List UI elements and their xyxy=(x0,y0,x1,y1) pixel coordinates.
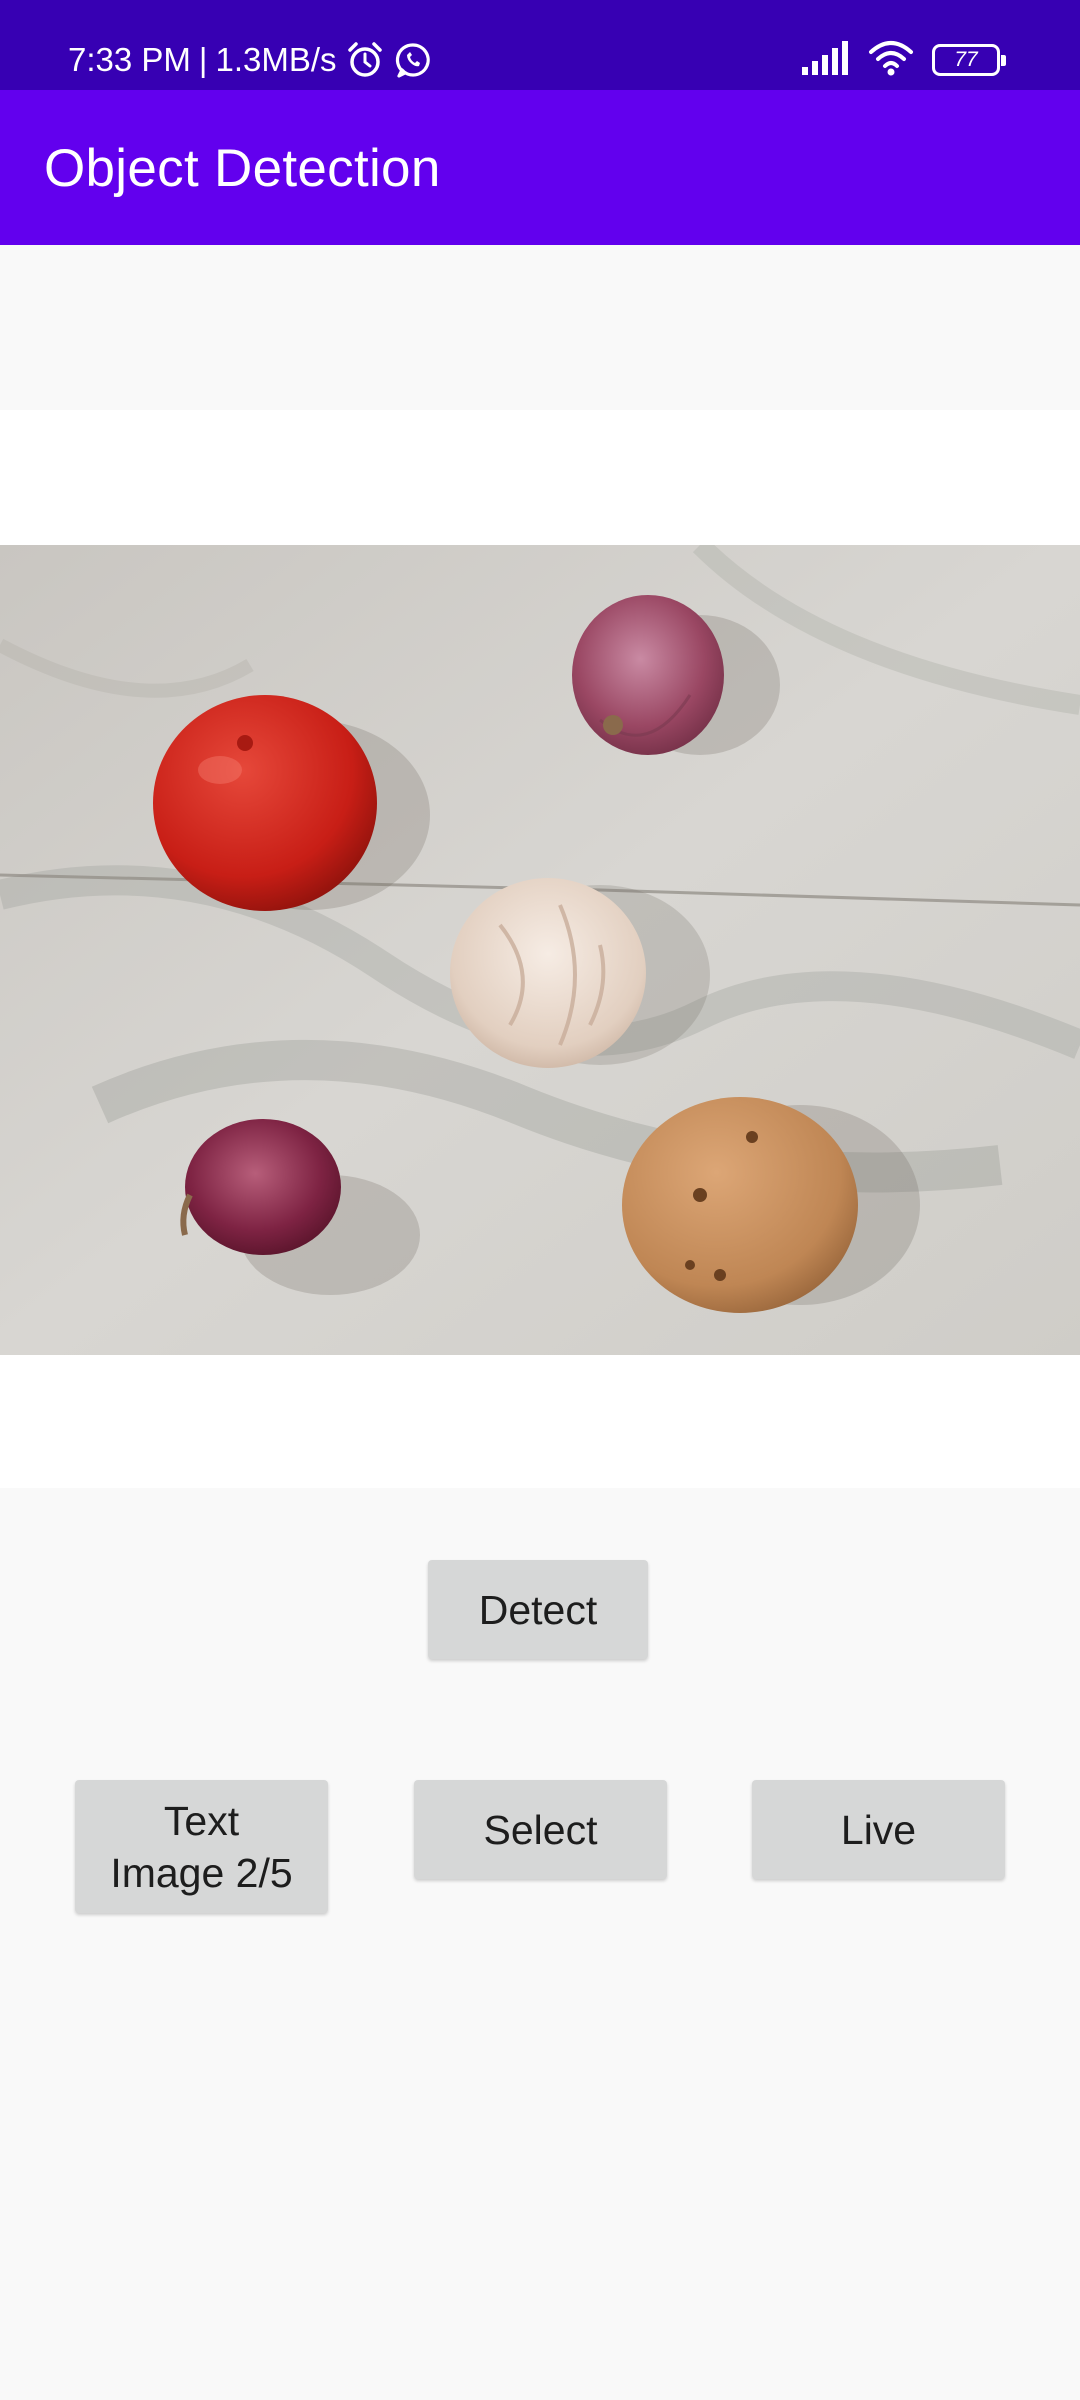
alarm-icon xyxy=(345,40,385,80)
app-title: Object Detection xyxy=(44,139,441,198)
app-bar: Object Detection xyxy=(0,90,1080,245)
live-button[interactable]: Live xyxy=(752,1780,1005,1879)
status-separator: | xyxy=(198,41,208,78)
signal-icon xyxy=(800,40,850,80)
status-right: 77 xyxy=(800,38,1006,82)
vegetables-photo xyxy=(0,545,1080,1355)
whatsapp-icon xyxy=(393,40,433,80)
battery-icon: 77 xyxy=(932,44,1006,76)
battery-level: 77 xyxy=(954,48,978,71)
status-bar: 7:33 PM | 1.3MB/s 77 xyxy=(0,0,1080,90)
text-image-button[interactable]: Text Image 2/5 xyxy=(75,1780,328,1913)
select-button[interactable]: Select xyxy=(414,1780,667,1879)
wifi-icon xyxy=(868,40,914,81)
status-network-speed: 1.3MB/s xyxy=(215,41,337,78)
status-time: 7:33 PM xyxy=(68,41,191,78)
status-left: 7:33 PM | 1.3MB/s xyxy=(68,36,433,84)
detect-button[interactable]: Detect xyxy=(428,1560,648,1659)
image-view xyxy=(0,410,1080,1488)
